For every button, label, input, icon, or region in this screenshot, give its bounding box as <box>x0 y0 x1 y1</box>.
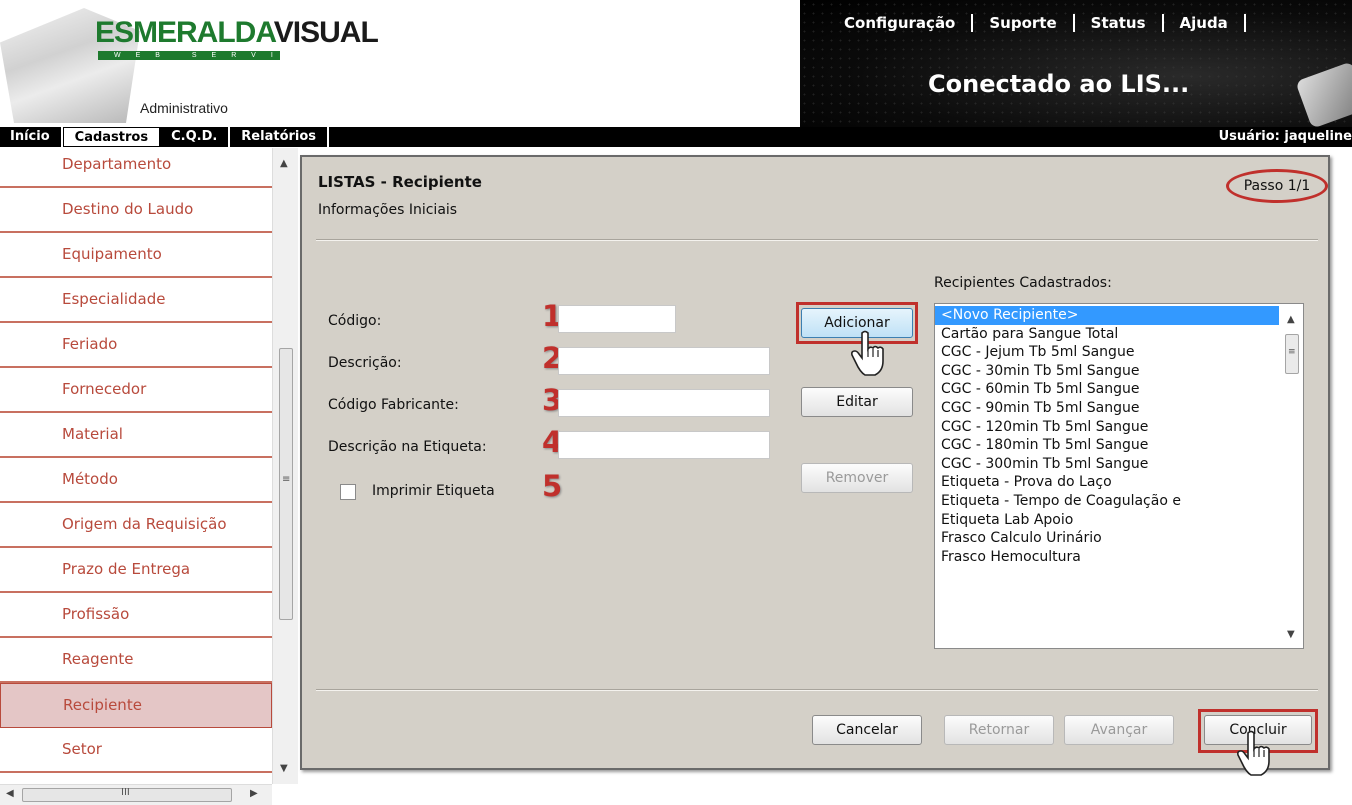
pointer-hand-icon <box>851 330 884 376</box>
sidebar-item-equipamento[interactable]: Equipamento <box>0 233 272 278</box>
nav-cqd[interactable]: C.Q.D. <box>160 127 231 147</box>
step-indicator: Passo 1/1 <box>1226 169 1328 203</box>
list-item[interactable]: CGC - 180min Tb 5ml Sangue <box>935 436 1303 455</box>
list-item[interactable]: Frasco Hemocultura <box>935 548 1303 567</box>
marker-5: 5 <box>542 469 563 503</box>
top-link-suporte[interactable]: Suporte <box>973 14 1075 32</box>
imprimir-etiqueta-label: Imprimir Etiqueta <box>372 483 495 499</box>
module-label: Administrativo <box>140 100 228 116</box>
scroll-left-icon[interactable]: ◀ <box>6 788 14 799</box>
sidebar-item-feriado[interactable]: Feriado <box>0 323 272 368</box>
list-item[interactable]: Frasco Calculo Urinário <box>935 529 1303 548</box>
imprimir-etiqueta-checkbox[interactable] <box>340 484 356 500</box>
top-link-ajuda[interactable]: Ajuda <box>1164 14 1246 32</box>
list-item[interactable]: Etiqueta - Prova do Laço <box>935 473 1303 492</box>
retornar-button[interactable]: Retornar <box>944 715 1054 745</box>
list-item[interactable]: Etiqueta Lab Apoio <box>935 511 1303 530</box>
editar-button[interactable]: Editar <box>801 387 913 417</box>
nav-inicio[interactable]: Início <box>0 127 63 147</box>
avancar-button[interactable]: Avançar <box>1064 715 1174 745</box>
header-banner: Configuração Suporte Status Ajuda Conect… <box>800 0 1352 129</box>
descricao-etiqueta-field[interactable] <box>558 431 770 459</box>
top-link-configuracao[interactable]: Configuração <box>836 14 974 32</box>
main-nav: Início Cadastros C.Q.D. Relatórios Usuár… <box>0 127 1352 147</box>
codigo-field[interactable] <box>558 305 676 333</box>
top-link-status[interactable]: Status <box>1075 14 1164 32</box>
list-item[interactable]: Cartão para Sangue Total <box>935 325 1303 344</box>
recipientes-list-label: Recipientes Cadastrados: <box>934 275 1112 291</box>
scroll-down-icon[interactable]: ▼ <box>1287 629 1295 640</box>
divider <box>316 689 1318 691</box>
scroll-thumb[interactable]: ≡ <box>279 348 293 620</box>
list-item[interactable]: <Novo Recipiente> <box>935 306 1303 325</box>
scroll-right-icon[interactable]: ▶ <box>250 788 258 799</box>
app-header: ESMERALDAVISUAL WEB SERVICE Administrati… <box>0 0 1352 129</box>
list-item[interactable]: CGC - 90min Tb 5ml Sangue <box>935 399 1303 418</box>
connection-status: Conectado ao LIS... <box>928 70 1190 98</box>
scroll-thumb-horizontal[interactable]: III <box>22 787 232 802</box>
codigo-label: Código: <box>328 313 382 329</box>
sidebar-item-reagente[interactable]: Reagente <box>0 638 272 683</box>
sidebar-vertical-scrollbar[interactable]: ▲ ≡ ▼ <box>272 148 298 784</box>
divider <box>316 239 1318 241</box>
list-scroll-thumb[interactable]: ≡ <box>1285 334 1299 374</box>
user-label: Usuário: jaqueline <box>1218 129 1352 144</box>
sidebar-item-material[interactable]: Material <box>0 413 272 458</box>
scroll-down-icon[interactable]: ▼ <box>280 763 288 774</box>
logo-tagline: WEB SERVICE <box>98 51 280 60</box>
list-item[interactable]: CGC - 120min Tb 5ml Sangue <box>935 418 1303 437</box>
descricao-etiqueta-label: Descrição na Etiqueta: <box>328 439 487 455</box>
scroll-up-icon[interactable]: ▲ <box>1287 314 1295 325</box>
descricao-field[interactable] <box>558 347 770 375</box>
sidebar-item-profissao[interactable]: Profissão <box>0 593 272 638</box>
form-panel: LISTAS - Recipiente Informações Iniciais… <box>300 155 1330 776</box>
top-links: Configuração Suporte Status Ajuda <box>836 14 1246 32</box>
list-scrollbar[interactable]: ▲ ≡ ▼ <box>1279 304 1303 648</box>
cancelar-button[interactable]: Cancelar <box>812 715 922 745</box>
recipientes-list[interactable]: <Novo Recipiente> Cartão para Sangue Tot… <box>934 303 1304 649</box>
list-item[interactable]: CGC - 300min Tb 5ml Sangue <box>935 455 1303 474</box>
list-item[interactable]: Etiqueta - Tempo de Coagulação e <box>935 492 1303 511</box>
sidebar-item-origem-da-requisicao[interactable]: Origem da Requisição <box>0 503 272 548</box>
codigo-fabricante-label: Código Fabricante: <box>328 397 459 413</box>
pointer-hand-icon <box>1237 730 1270 776</box>
sidebar-item-destino-do-laudo[interactable]: Destino do Laudo <box>0 188 272 233</box>
codigo-fabricante-field[interactable] <box>558 389 770 417</box>
sidebar-item-metodo[interactable]: Método <box>0 458 272 503</box>
scroll-up-icon[interactable]: ▲ <box>280 158 288 169</box>
nav-relatorios[interactable]: Relatórios <box>230 127 330 147</box>
logo: ESMERALDAVISUAL WEB SERVICE Administrati… <box>0 0 379 127</box>
nav-cadastros[interactable]: Cadastros <box>62 127 161 147</box>
list-item[interactable]: CGC - 30min Tb 5ml Sangue <box>935 362 1303 381</box>
sidebar-item-departamento[interactable]: Departamento <box>0 148 272 188</box>
sidebar: Departamento Destino do Laudo Equipament… <box>0 148 272 784</box>
sidebar-item-prazo-de-entrega[interactable]: Prazo de Entrega <box>0 548 272 593</box>
sidebar-item-fornecedor[interactable]: Fornecedor <box>0 368 272 413</box>
page-title: LISTAS - Recipiente <box>318 173 482 191</box>
sidebar-item-especialidade[interactable]: Especialidade <box>0 278 272 323</box>
remover-button[interactable]: Remover <box>801 463 913 493</box>
list-item[interactable]: CGC - 60min Tb 5ml Sangue <box>935 380 1303 399</box>
list-item[interactable]: CGC - Jejum Tb 5ml Sangue <box>935 343 1303 362</box>
sidebar-horizontal-scrollbar[interactable]: ◀ III ▶ <box>0 784 272 805</box>
page-subtitle: Informações Iniciais <box>318 202 458 218</box>
sidebar-item-recipiente[interactable]: Recipiente <box>0 683 272 728</box>
sidebar-item-setor[interactable]: Setor <box>0 728 272 773</box>
logo-wordmark: ESMERALDAVISUAL <box>95 16 379 49</box>
descricao-label: Descrição: <box>328 355 402 371</box>
